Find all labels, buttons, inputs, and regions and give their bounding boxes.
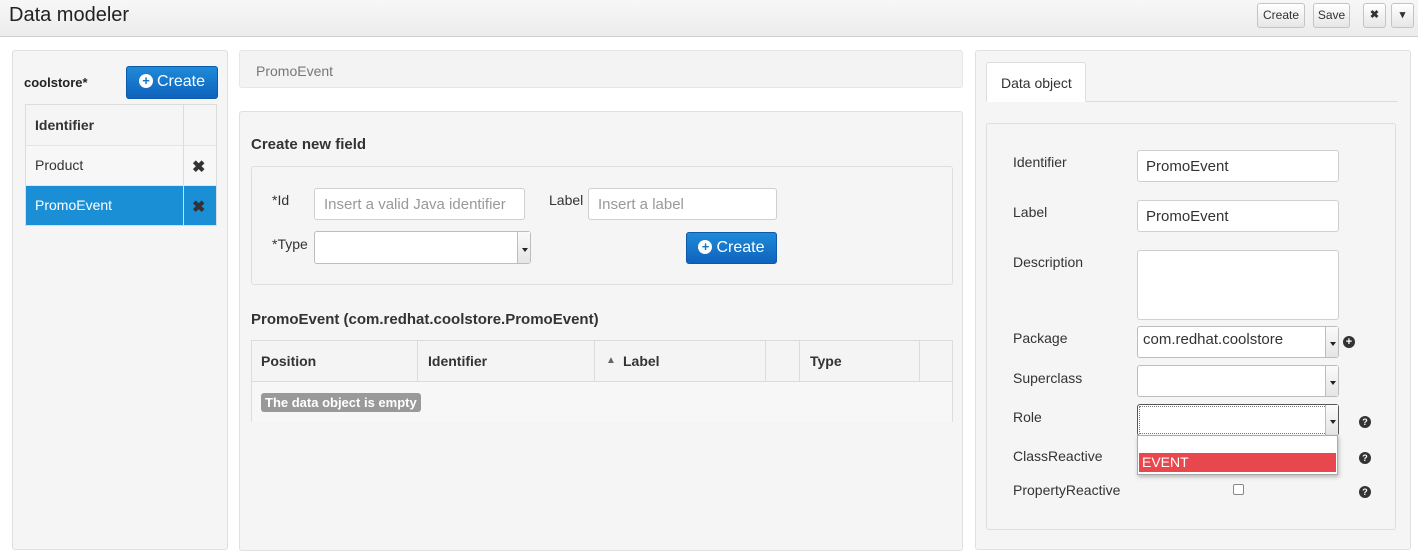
role-help-icon[interactable]: ? [1359,416,1371,428]
fields-panel: Create new field *Id Label *Type +Create… [239,111,963,551]
superclass-select[interactable] [1137,365,1339,397]
object-name[interactable]: PromoEvent [35,197,112,213]
column-divider [417,341,418,382]
add-package-icon[interactable]: + [1343,336,1355,348]
package-label: Package [1013,330,1068,346]
create-field-form: *Id Label *Type +Create [251,166,953,285]
title-bar: Data modeler Create Save ✖ ▾ [0,0,1418,37]
column-divider [799,341,800,382]
id-label: *Id [272,192,290,208]
label-label: Label [1013,204,1048,220]
identifier-label: Identifier [1013,154,1067,170]
chevron-down-icon [1325,327,1338,357]
field-label-input[interactable] [588,188,777,220]
role-select[interactable] [1137,404,1339,436]
role-dropdown-list: EVENT [1137,435,1338,475]
role-option-empty[interactable] [1138,436,1337,453]
identifier-column-header[interactable]: Identifier [428,353,487,369]
column-divider [183,146,184,185]
create-object-label: Create [156,73,206,90]
identifier-input[interactable]: PromoEvent [1137,150,1339,182]
identifier-value: PromoEvent [1146,158,1229,175]
breadcrumb-item: PromoEvent [256,63,334,79]
role-option-event[interactable]: EVENT [1139,453,1336,472]
type-label: *Type [272,236,308,252]
label-value: PromoEvent [1146,208,1229,225]
objects-table-header: Identifier [26,105,216,145]
column-divider [594,341,595,382]
field-type-select[interactable] [314,231,531,264]
column-divider [919,341,920,382]
create-field-button[interactable]: + Create [686,232,777,264]
fields-table: Position Identifier ▲ Label Type The dat… [251,340,953,422]
package-value: com.redhat.coolstore [1143,331,1284,348]
description-textarea[interactable] [1137,250,1339,320]
tab-data-object[interactable]: Data object [986,62,1086,102]
delete-icon[interactable]: ✖ [192,197,205,217]
tab-label: Data object [1001,75,1072,91]
fields-table-body: The data object is empty [252,382,952,422]
object-row-promoevent[interactable]: PromoEvent ✖ [26,185,216,225]
breadcrumb: PromoEvent [239,50,963,88]
label-label: Label [549,192,584,208]
toolbar-create-button[interactable]: Create [1257,3,1305,28]
empty-badge: The data object is empty [261,393,421,412]
objects-table: Identifier Product ✖ PromoEvent ✖ [25,104,217,226]
plus-circle-icon: + [698,240,713,254]
identifier-column-header[interactable]: Identifier [35,117,94,133]
create-field-label: Create [716,239,765,256]
field-id-input[interactable] [314,188,525,220]
superclass-label: Superclass [1013,370,1083,386]
position-column-header[interactable]: Position [261,353,316,369]
plus-circle-icon: + [138,74,153,88]
chevron-down-icon [1325,405,1338,435]
menu-dropdown-icon[interactable]: ▾ [1391,3,1414,28]
toolbar-save-button[interactable]: Save [1313,3,1350,28]
object-fields-title: PromoEvent (com.redhat.coolstore.PromoEv… [251,311,599,328]
properties-panel: Data object Identifier PromoEvent Label … [975,50,1411,550]
project-name: coolstore* [24,75,88,90]
close-icon[interactable]: ✖ [1363,3,1386,28]
propertyreactive-checkbox[interactable] [1233,484,1244,495]
app-title: Data modeler [9,4,130,26]
chevron-down-icon [517,232,530,263]
column-divider [183,186,184,225]
description-label: Description [1013,254,1084,270]
label-input[interactable]: PromoEvent [1137,200,1339,232]
create-field-title: Create new field [251,136,367,153]
column-divider [765,341,766,382]
role-label: Role [1013,409,1042,425]
classreactive-help-icon[interactable]: ? [1359,452,1371,464]
delete-icon[interactable]: ✖ [192,157,205,177]
fields-table-header: Position Identifier ▲ Label Type [252,341,952,382]
package-select[interactable]: com.redhat.coolstore [1137,326,1339,358]
create-object-button[interactable]: + Create [126,66,218,99]
propertyreactive-label: PropertyReactive [1013,482,1121,498]
chevron-down-icon [1325,366,1338,396]
object-name[interactable]: Product [35,157,83,173]
object-row-product[interactable]: Product ✖ [26,145,216,185]
label-column-header[interactable]: Label [623,353,660,369]
data-objects-panel: coolstore* + Create Identifier Product ✖ … [12,50,228,550]
type-column-header[interactable]: Type [810,353,842,369]
sort-ascending-icon[interactable]: ▲ [606,355,616,366]
propertyreactive-help-icon[interactable]: ? [1359,486,1371,498]
classreactive-label: ClassReactive [1013,448,1103,464]
column-divider [183,105,184,145]
